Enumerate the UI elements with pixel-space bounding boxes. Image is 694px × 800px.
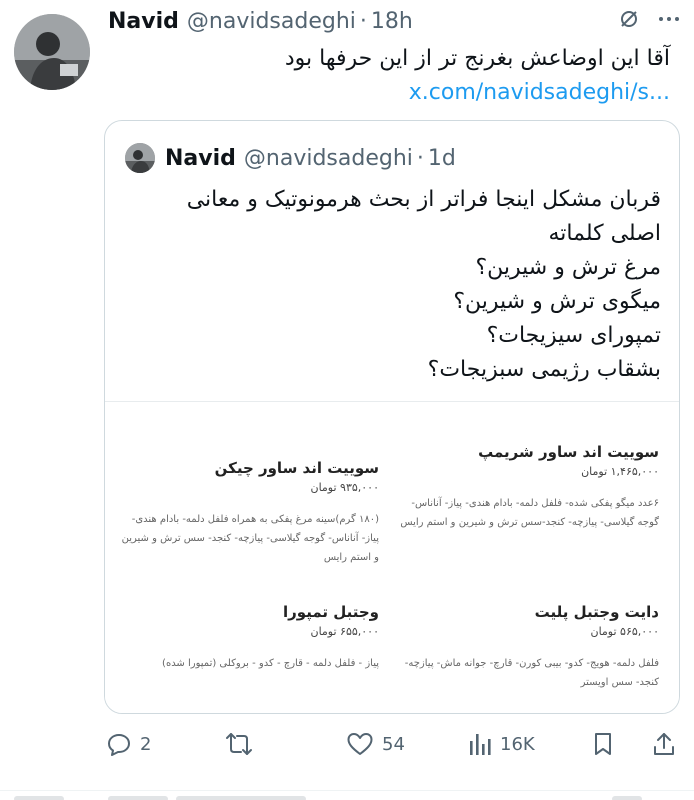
menu-item: دایت وجتبل پلیت ۵۶۵,۰۰۰ تومان فلفل دلمه-… [399, 602, 659, 692]
menu-item-title: سوییت اند ساور شریمپ [478, 443, 659, 461]
reply-count: 2 [140, 733, 152, 755]
retweet-icon [224, 731, 254, 757]
quote-author-name: Navid [165, 145, 236, 171]
menu-item-desc: پیاز - فلفل دلمه - قارچ - کدو - بروکلی (… [162, 658, 379, 669]
quote-line: اصلی کلماته [548, 221, 661, 246]
quote-avatar [125, 143, 155, 173]
tweet[interactable]: Navid @navidsadeghi · 18h آقا این اوضاعش… [0, 0, 694, 800]
menu-item-desc: ۶عدد میگو پفکی شده- فلفل دلمه- بادام هند… [400, 498, 659, 528]
quote-line: قربان مشکل اینجا فراتر از بحث هرمونوتیک … [186, 187, 661, 212]
tweet-time[interactable]: 18h [371, 9, 413, 34]
next-tweet-peek [0, 790, 694, 800]
menu-item: وجتبل تمپورا ۶۵۵,۰۰۰ تومان پیاز - فلفل د… [119, 602, 379, 673]
quote-text: قربان مشکل اینجا فراتر از بحث هرمونوتیک … [125, 183, 661, 387]
like-count: 54 [382, 733, 405, 755]
quote-time: 1d [427, 145, 456, 171]
tweet-text: آقا این اوضاعش بغرنج تر از این حرفها بود [284, 46, 670, 71]
tweet-link[interactable]: x.com/navidsadeghi/s... [108, 78, 670, 108]
menu-item-price: ۹۳۵,۰۰۰ تومان [310, 481, 379, 494]
retweet-button[interactable] [224, 726, 254, 762]
menu-item-price: ۱,۴۶۵,۰۰۰ تومان [581, 465, 659, 478]
quote-author-handle: @navidsadeghi [243, 145, 413, 171]
menu-item: سوییت اند ساور چیکن ۹۳۵,۰۰۰ تومان (۱۸۰ گ… [119, 458, 379, 567]
author-name[interactable]: Navid [108, 9, 179, 34]
quote-line: مرغ ترش و شیرین؟ [475, 255, 661, 280]
author-avatar[interactable] [14, 14, 90, 90]
quoted-tweet[interactable]: Navid @navidsadeghi · 1d قربان مشکل اینج… [104, 120, 680, 714]
like-icon [346, 731, 374, 757]
menu-item-title: سوییت اند ساور چیکن [214, 459, 379, 477]
share-button[interactable] [652, 726, 676, 762]
quote-line: تمپورای سیزیجات؟ [486, 323, 661, 348]
menu-item-title: وجتبل تمپورا [283, 603, 379, 621]
like-button[interactable]: 54 [346, 726, 405, 762]
menu-image[interactable]: سوییت اند ساور شریمپ ۱,۴۶۵,۰۰۰ تومان ۶عد… [105, 401, 679, 713]
bookmark-icon [592, 731, 614, 757]
author-handle[interactable]: @navidsadeghi [187, 9, 356, 34]
share-icon [652, 731, 676, 757]
menu-item-desc: فلفل دلمه- هویج- کدو- بیبی کورن- قارچ- ج… [404, 658, 659, 688]
tweet-actions: 2 54 16K [104, 726, 680, 762]
tweet-header: Navid @navidsadeghi · 18h [108, 8, 413, 34]
no-eye-icon[interactable] [618, 8, 640, 30]
reply-icon [106, 731, 132, 757]
views-icon [468, 731, 492, 757]
views-button[interactable]: 16K [468, 726, 535, 762]
quote-header: Navid @navidsadeghi · 1d [125, 143, 456, 173]
menu-item-price: ۵۶۵,۰۰۰ تومان [590, 625, 659, 638]
header-icons [618, 8, 680, 30]
menu-item-price: ۶۵۵,۰۰۰ تومان [310, 625, 379, 638]
menu-item: سوییت اند ساور شریمپ ۱,۴۶۵,۰۰۰ تومان ۶عد… [399, 442, 659, 532]
menu-item-title: دایت وجتبل پلیت [534, 603, 659, 621]
menu-item-desc: (۱۸۰ گرم)سینه مرغ پفکی به همراه فلفل دلم… [121, 514, 379, 563]
bookmark-button[interactable] [592, 726, 614, 762]
separator: · [359, 8, 367, 34]
views-count: 16K [500, 733, 535, 755]
avatar-photo [14, 14, 90, 90]
quote-line: میگوی ترش و شیرین؟ [453, 289, 661, 314]
quote-separator: · [416, 145, 424, 171]
reply-button[interactable]: 2 [106, 726, 151, 762]
quote-line: بشقاب رژیمی سبزیجات؟ [427, 357, 661, 382]
more-icon[interactable] [658, 8, 680, 30]
